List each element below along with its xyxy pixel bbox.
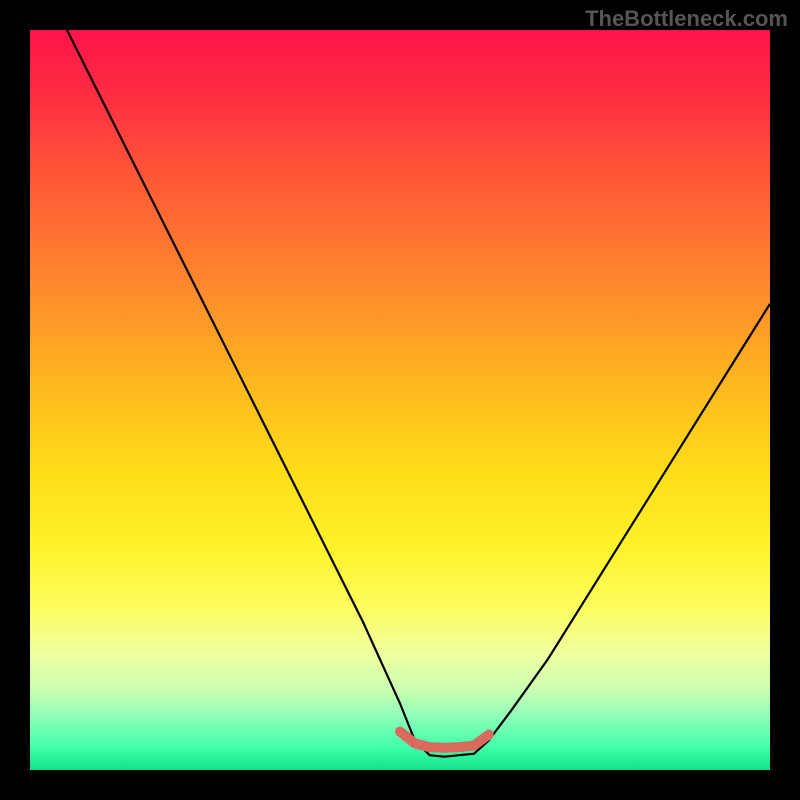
bottleneck-curve-path xyxy=(30,30,770,757)
curve-svg xyxy=(30,30,770,770)
watermark-text: TheBottleneck.com xyxy=(585,6,788,32)
plot-area xyxy=(30,30,770,770)
